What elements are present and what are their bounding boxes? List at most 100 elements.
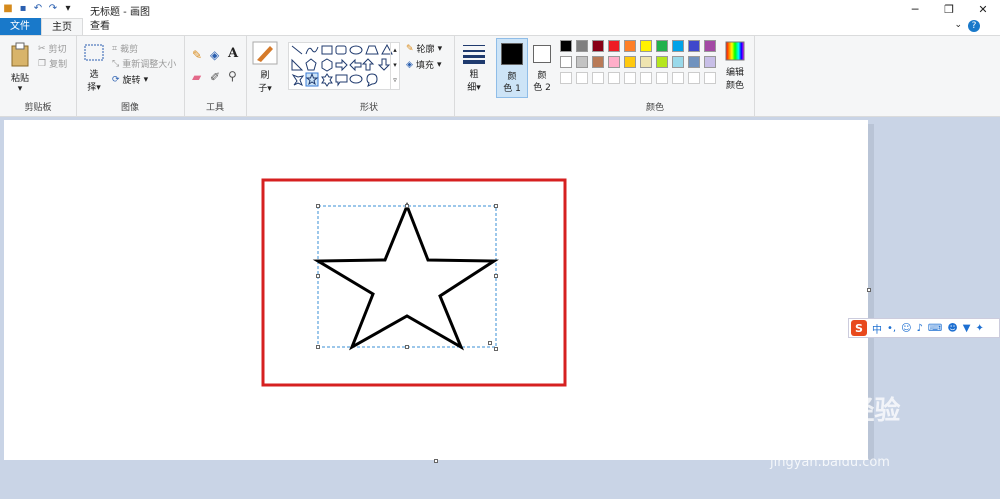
resize-handle[interactable] [405, 204, 409, 208]
color-swatch[interactable] [592, 56, 604, 68]
color2-button[interactable]: 颜 色 2 [528, 38, 556, 96]
resize-handle[interactable] [405, 345, 409, 349]
copy-button[interactable]: ❐ 复制 [38, 57, 67, 71]
color-swatch[interactable] [576, 40, 588, 52]
image-group-label: 图像 [120, 103, 139, 113]
redo-icon[interactable]: ↷ [47, 2, 59, 14]
rotate-icon: ⟳ [112, 74, 120, 85]
color-swatch[interactable] [624, 72, 636, 84]
size-button[interactable]: 粗 细▾ [460, 42, 488, 93]
color2-swatch [533, 45, 551, 63]
emoji-icon[interactable]: ☺ [901, 323, 911, 334]
canvas-resize-handle[interactable] [434, 459, 438, 463]
resize-handle[interactable] [494, 274, 498, 278]
color-swatch[interactable] [688, 40, 700, 52]
color-swatch[interactable] [704, 40, 716, 52]
watermark-logo: Baidu经验 [765, 396, 901, 426]
ribbon-collapse-icon[interactable]: ⌄ [954, 20, 962, 30]
edit-colors-button[interactable]: 编辑 颜色 [720, 40, 750, 91]
resize-handle[interactable] [316, 274, 320, 278]
crop-button[interactable]: ⌗ 裁剪 [112, 42, 138, 56]
resize-handle[interactable] [494, 347, 498, 351]
image-group: 选 择▾ ⌗ 裁剪 ⤡ 重新调整大小 ⟳ 旋转 ▾ 图像 [76, 36, 185, 116]
ime-lang-toggle[interactable]: 中 [872, 321, 882, 336]
brush-icon [252, 41, 278, 65]
resize-handle[interactable] [316, 345, 320, 349]
color-swatch[interactable] [624, 40, 636, 52]
save-icon[interactable]: ▪ [17, 2, 29, 14]
color-swatch[interactable] [576, 72, 588, 84]
pencil-icon[interactable]: ✎ [192, 48, 202, 62]
fill-button[interactable]: ◈ 填充 ▾ [406, 58, 441, 72]
color-swatch[interactable] [560, 40, 572, 52]
tab-file[interactable]: 文件 [0, 18, 41, 35]
color-swatch[interactable] [640, 40, 652, 52]
star-shape [312, 201, 499, 351]
colors-group-label: 颜色 [645, 103, 664, 113]
color-swatch[interactable] [592, 72, 604, 84]
brushes-button[interactable]: 刷 子▾ [251, 41, 279, 94]
color-swatch[interactable] [624, 56, 636, 68]
color-swatch[interactable] [672, 56, 684, 68]
color-swatch[interactable] [656, 40, 668, 52]
color-swatch[interactable] [640, 56, 652, 68]
color-swatch[interactable] [592, 40, 604, 52]
ime-toolbar: S 中 •, ☺ ♪ ⌨ ☻ ▼ ✦ [848, 318, 1000, 338]
color-swatch[interactable] [672, 40, 684, 52]
rotate-button[interactable]: ⟳ 旋转 ▾ [112, 73, 148, 87]
text-tool-icon[interactable]: A [228, 46, 238, 61]
shapes-group-label: 形状 [359, 103, 378, 113]
shapes-icons [291, 43, 393, 87]
maximize-button[interactable]: ❐ [932, 0, 966, 18]
tab-view[interactable]: 查看 [80, 18, 120, 35]
color-swatch[interactable] [704, 56, 716, 68]
color1-button[interactable]: 颜 色 1 [496, 38, 528, 98]
punctuation-icon[interactable]: •, [887, 323, 896, 334]
select-button[interactable]: 选 择▾ [82, 42, 106, 93]
color-picker-icon[interactable]: ✐ [210, 70, 220, 84]
canvas-resize-handle[interactable] [867, 288, 871, 292]
paint-app-icon: ■ [3, 2, 13, 14]
outline-button[interactable]: ✎ 轮廓 ▾ [406, 42, 442, 56]
drawing-canvas[interactable] [4, 120, 868, 460]
user-icon[interactable]: ☻ [947, 323, 957, 334]
magnifier-icon[interactable]: ⚲ [228, 69, 237, 83]
color-swatch[interactable] [560, 56, 572, 68]
color-swatch[interactable] [608, 40, 620, 52]
resize-handle[interactable] [494, 204, 498, 208]
help-icon[interactable]: ? [968, 20, 980, 32]
color-swatch[interactable] [656, 56, 668, 68]
minimize-button[interactable]: ─ [898, 0, 932, 18]
color-swatch[interactable] [560, 72, 572, 84]
color-swatch[interactable] [688, 72, 700, 84]
color-swatch[interactable] [608, 56, 620, 68]
resize-button[interactable]: ⤡ 重新调整大小 [112, 57, 176, 71]
shapes-group: ▴ ▾ ▿ ✎ 轮廓 ▾ ◈ 填充 ▾ 形状 [284, 36, 455, 116]
settings-wrench-icon[interactable]: ✦ [975, 323, 983, 334]
shapes-scrollbar[interactable]: ▴ ▾ ▿ [390, 43, 399, 89]
paste-button[interactable]: 粘贴 ▾ [6, 42, 34, 94]
copy-icon: ❐ [38, 58, 47, 69]
color-swatch[interactable] [576, 56, 588, 68]
cut-button[interactable]: ✂ 剪切 [38, 42, 67, 56]
resize-handle[interactable] [316, 204, 320, 208]
close-button[interactable]: ✕ [966, 0, 1000, 18]
keyboard-icon[interactable]: ⌨ [928, 323, 942, 334]
color-swatch[interactable] [704, 72, 716, 84]
color-swatch[interactable] [608, 72, 620, 84]
tab-home[interactable]: 主页 [41, 18, 83, 35]
color-swatch[interactable] [656, 72, 668, 84]
color-swatch[interactable] [672, 72, 684, 84]
sogou-logo-icon[interactable]: S [851, 320, 867, 336]
shapes-gallery[interactable]: ▴ ▾ ▿ [288, 42, 400, 90]
resize-handle[interactable] [488, 341, 492, 345]
color-swatch[interactable] [640, 72, 652, 84]
skin-icon[interactable]: ▼ [963, 323, 971, 334]
customize-qat-icon[interactable]: ▾ [62, 2, 74, 14]
eraser-icon[interactable]: ▰ [192, 70, 201, 84]
color-swatch[interactable] [688, 56, 700, 68]
crop-icon: ⌗ [112, 43, 118, 54]
fill-bucket-icon[interactable]: ◈ [210, 48, 219, 62]
undo-icon[interactable]: ↶ [32, 2, 44, 14]
microphone-icon[interactable]: ♪ [917, 323, 923, 334]
